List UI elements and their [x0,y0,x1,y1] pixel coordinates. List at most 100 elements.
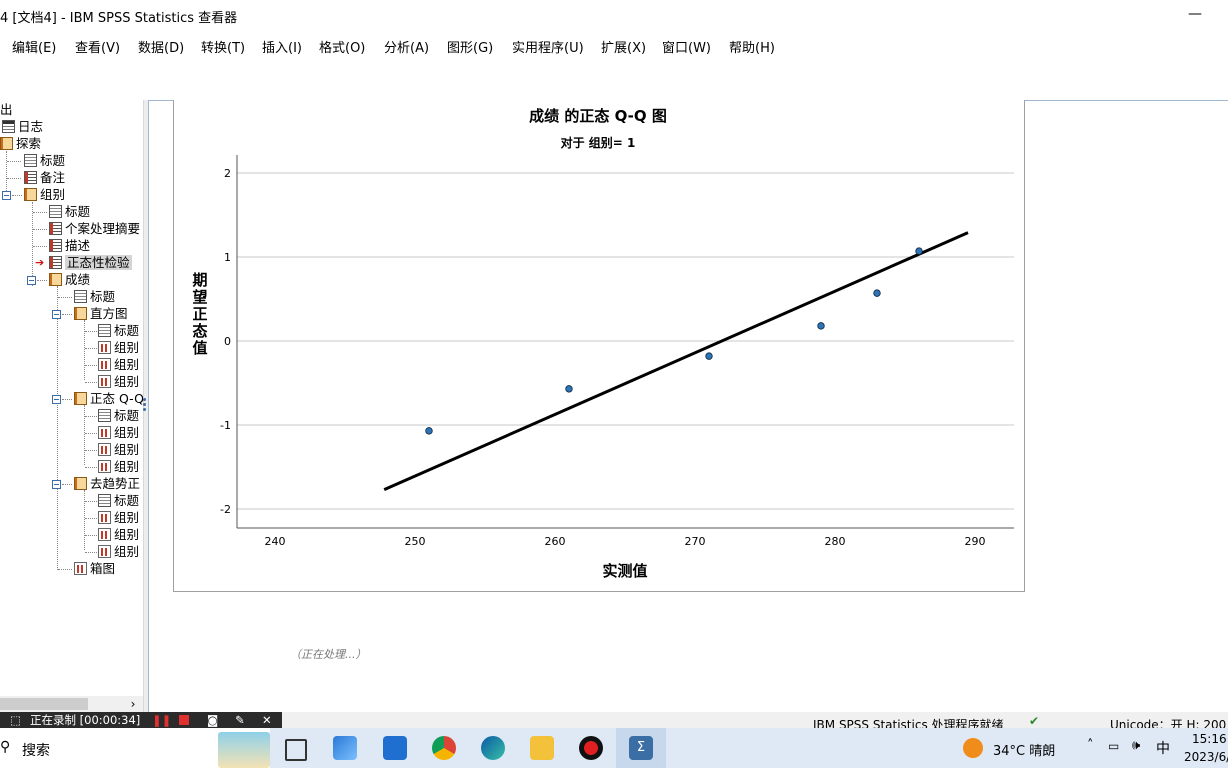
search-icon: ⚲ [0,739,11,755]
stop-icon[interactable] [179,715,189,725]
tree-item-chart[interactable]: 组别 [98,510,139,526]
chrome-icon[interactable] [432,736,456,760]
table-icon [49,239,62,252]
menu-insert[interactable]: 插入(I) [262,37,302,56]
tree-guide [85,518,97,519]
chart-icon [98,460,111,473]
tree-item-detrended[interactable]: 去趋势正 [74,476,140,492]
camera-icon[interactable]: ◙ [207,712,218,728]
menu-window[interactable]: 窗口(W) [662,37,711,56]
tree-guide [85,535,97,536]
table-icon [49,256,62,269]
close-icon[interactable]: ✕ [262,712,272,728]
tree-item-title[interactable]: 标题 [24,153,65,169]
menu-utilities[interactable]: 实用程序(U) [512,37,584,56]
tree-label: 标题 [114,408,140,423]
tree-item-explore[interactable]: 探索 [0,136,41,152]
mail-icon[interactable] [383,736,407,760]
tree-guide [85,552,97,553]
tree-item-output[interactable]: 出 [0,102,13,118]
pause-icon[interactable]: ❚❚ [152,712,171,728]
clock-time[interactable]: 15:16 [1192,732,1227,746]
file-explorer-icon[interactable] [530,736,554,760]
title-icon [98,324,111,337]
tree-guide [85,365,97,366]
clock-date[interactable]: 2023/6/ [1184,750,1228,764]
recorder-icon[interactable] [579,736,603,760]
menu-graphs[interactable]: 图形(G) [447,37,493,56]
x-tick-labels: 240 250 260 270 280 290 [265,535,986,548]
tree-item-normal-qq[interactable]: 正态 Q-Q [74,391,143,407]
tree-item-case-summary[interactable]: 个案处理摘要 [49,221,140,237]
weather-text[interactable]: 34°C 晴朗 [993,740,1055,759]
y-axis-label-char: 期 [192,271,207,289]
collapse-toggle[interactable] [52,395,61,404]
tree-label: 正态性检验 [65,255,132,270]
collapse-toggle[interactable] [27,276,36,285]
tree-item-chart[interactable]: 组别 [98,442,139,458]
book-icon [74,392,87,405]
menu-help[interactable]: 帮助(H) [729,37,775,56]
toolbar-area [0,58,1228,100]
edge-icon[interactable] [481,736,505,760]
menu-view[interactable]: 查看(V) [75,37,120,56]
tree-guide [62,484,72,485]
tree-label: 去趋势正 [90,476,141,491]
battery-icon[interactable]: ▭ [1108,739,1119,753]
tree-label: 出 [0,102,13,117]
tree-guide [58,297,72,298]
menu-data[interactable]: 数据(D) [138,37,184,56]
menu-edit[interactable]: 编辑(E) [12,37,56,56]
tree-item-normality-test[interactable]: 正态性检验 [49,255,132,271]
tree-label: 标题 [40,153,66,168]
scrollbar-thumb[interactable] [0,698,88,710]
tree-label: 组别 [114,374,140,389]
tree-item-chart[interactable]: 组别 [98,357,139,373]
tree-item-notes[interactable]: 备注 [24,170,65,186]
volume-icon[interactable]: 🕪 [1132,738,1140,753]
minimize-button[interactable]: — [1184,2,1206,26]
tree-item-histogram[interactable]: 直方图 [74,306,128,322]
taskbar-search-box[interactable]: ⚲ 搜索 [0,728,270,768]
store-icon[interactable] [333,736,357,760]
ime-indicator[interactable]: 中 [1156,738,1170,758]
menu-extensions[interactable]: 扩展(X) [601,37,646,56]
tree-item-descriptives[interactable]: 描述 [49,238,90,254]
menu-transform[interactable]: 转换(T) [201,37,245,56]
tree-item-chart[interactable]: 组别 [98,459,139,475]
menu-format[interactable]: 格式(O) [319,37,365,56]
tree-item-title[interactable]: 标题 [74,289,115,305]
tree-item-chart[interactable]: 组别 [98,340,139,356]
tree-item-chart[interactable]: 组别 [98,374,139,390]
tree-item-log[interactable]: 日志 [2,119,43,135]
spss-taskbar-button[interactable]: Σ [616,728,666,768]
book-icon [74,307,87,320]
task-view-icon[interactable] [285,739,307,761]
chart-icon [74,562,87,575]
tree-item-title[interactable]: 标题 [98,408,139,424]
menu-analyze[interactable]: 分析(A) [384,37,429,56]
tree-item-title[interactable]: 标题 [98,493,139,509]
collapse-toggle[interactable] [52,480,61,489]
pen-icon[interactable]: ✎ [235,712,245,728]
tree-item-chart[interactable]: 组别 [98,527,139,543]
tray-chevron-icon[interactable]: ˄ [1087,738,1094,753]
collapse-toggle[interactable] [52,310,61,319]
tree-item-group[interactable]: 组别 [24,187,65,203]
tree-guide [33,229,47,230]
tree-guide [12,195,22,196]
splitter-grip-icon[interactable] [143,397,147,413]
tree-item-chart[interactable]: 组别 [98,544,139,560]
tree-label: 组别 [114,544,140,559]
outline-horizontal-scrollbar[interactable]: › [0,696,143,712]
book-icon [24,188,37,201]
tree-item-score[interactable]: 成绩 [49,272,90,288]
tree-item-title[interactable]: 标题 [49,204,90,220]
output-outline-pane: 出 日志 探索 标题 备注 组别 标题 个案处理摘要 描述 ➔ 正态性检验 成绩… [0,100,143,712]
tree-item-chart[interactable]: 组别 [98,425,139,441]
collapse-toggle[interactable] [2,191,11,200]
tree-item-title[interactable]: 标题 [98,323,139,339]
chart-icon [98,426,111,439]
scroll-right-arrow-icon[interactable]: › [126,696,140,712]
tree-item-boxplot[interactable]: 箱图 [74,561,115,577]
